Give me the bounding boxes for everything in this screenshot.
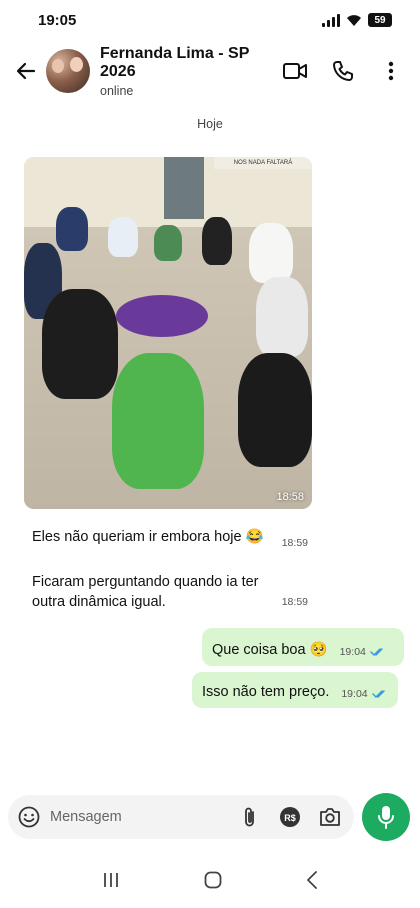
contact-status: online	[100, 83, 134, 98]
chat-header: Fernanda Lima - SP 2026 online	[0, 40, 420, 102]
message-text-line: Ficaram perguntando quando ia ter	[32, 574, 259, 590]
composer-actions: R$	[237, 804, 343, 830]
recent-apps-icon[interactable]	[102, 872, 120, 888]
message-text: Que coisa boa 🥺	[212, 642, 328, 658]
date-separator: Hoje	[197, 117, 223, 131]
back-nav-icon[interactable]	[306, 871, 318, 889]
back-button[interactable]	[12, 57, 40, 85]
battery-level: 59	[374, 14, 386, 26]
status-icons: 59	[322, 13, 392, 27]
home-icon[interactable]	[204, 871, 222, 889]
photo-timestamp: 18:58	[276, 491, 304, 503]
photo-purple-cloth	[116, 295, 208, 337]
voice-call-button[interactable]	[330, 58, 356, 84]
photo-person	[42, 289, 118, 399]
photo-person	[256, 277, 308, 357]
message-text: Isso não tem preço.	[202, 684, 330, 700]
status-bar: 19:05 59	[0, 0, 420, 40]
svg-text:R$: R$	[284, 813, 296, 823]
payment-button[interactable]: R$	[277, 804, 303, 830]
outgoing-message[interactable]: Que coisa boa 🥺 19:04	[202, 628, 404, 666]
photo-person	[112, 353, 204, 489]
message-composer: R$	[8, 795, 354, 839]
payment-icon: R$	[280, 807, 300, 827]
paperclip-icon	[245, 807, 254, 827]
contact-name: Fernanda Lima - SP 2026	[100, 44, 250, 80]
message-meta: 19:04	[341, 688, 387, 700]
signal-icon	[322, 13, 340, 27]
photo-person	[249, 223, 293, 283]
mic-icon	[378, 806, 394, 829]
contact-info[interactable]: Fernanda Lima - SP 2026 online	[100, 45, 282, 98]
photo-person	[56, 207, 88, 251]
emoji-button[interactable]	[18, 804, 40, 830]
camera-icon	[320, 808, 340, 826]
message-time: 19:04	[341, 688, 368, 700]
double-check-icon	[371, 690, 385, 699]
camera-button[interactable]	[317, 804, 343, 830]
photo-person	[108, 217, 138, 257]
status-time: 19:05	[38, 11, 77, 29]
photo-sign: NOS NADA FALTARÁ	[214, 157, 312, 169]
incoming-message[interactable]: Ficaram perguntando quando ia ter outra …	[24, 566, 312, 614]
message-input[interactable]	[50, 809, 237, 825]
message-time: 18:59	[281, 537, 308, 549]
emoji-icon	[18, 806, 40, 828]
message-time: 19:04	[339, 646, 366, 658]
arrow-left-icon	[16, 62, 36, 80]
video-camera-icon	[283, 63, 307, 79]
message-text: Eles não queriam ir embora hoje 😂	[32, 529, 264, 545]
photo-message[interactable]: NOS NADA FALTARÁ 18:58	[24, 157, 312, 509]
kebab-menu-icon	[388, 61, 394, 81]
photo-person	[154, 225, 182, 261]
message-meta: 19:04	[340, 646, 386, 658]
video-call-button[interactable]	[282, 58, 308, 84]
photo-doorway	[164, 157, 204, 219]
phone-icon	[333, 61, 353, 81]
double-check-icon	[370, 648, 383, 657]
incoming-message[interactable]: Eles não queriam ir embora hoje 😂 18:59	[24, 521, 312, 555]
message-text-line: outra dinâmica igual.	[32, 594, 166, 610]
more-options-button[interactable]	[378, 58, 404, 84]
photo-person	[202, 217, 232, 265]
system-nav-bar	[0, 860, 420, 900]
battery-icon: 59	[368, 13, 392, 27]
contact-avatar[interactable]	[46, 49, 90, 93]
attach-button[interactable]	[237, 804, 263, 830]
outgoing-message[interactable]: Isso não tem preço. 19:04	[192, 672, 398, 708]
photo-person	[238, 353, 312, 467]
header-actions	[282, 58, 404, 84]
voice-message-button[interactable]	[362, 793, 410, 841]
wifi-icon	[347, 14, 361, 26]
message-time: 18:59	[281, 596, 308, 608]
